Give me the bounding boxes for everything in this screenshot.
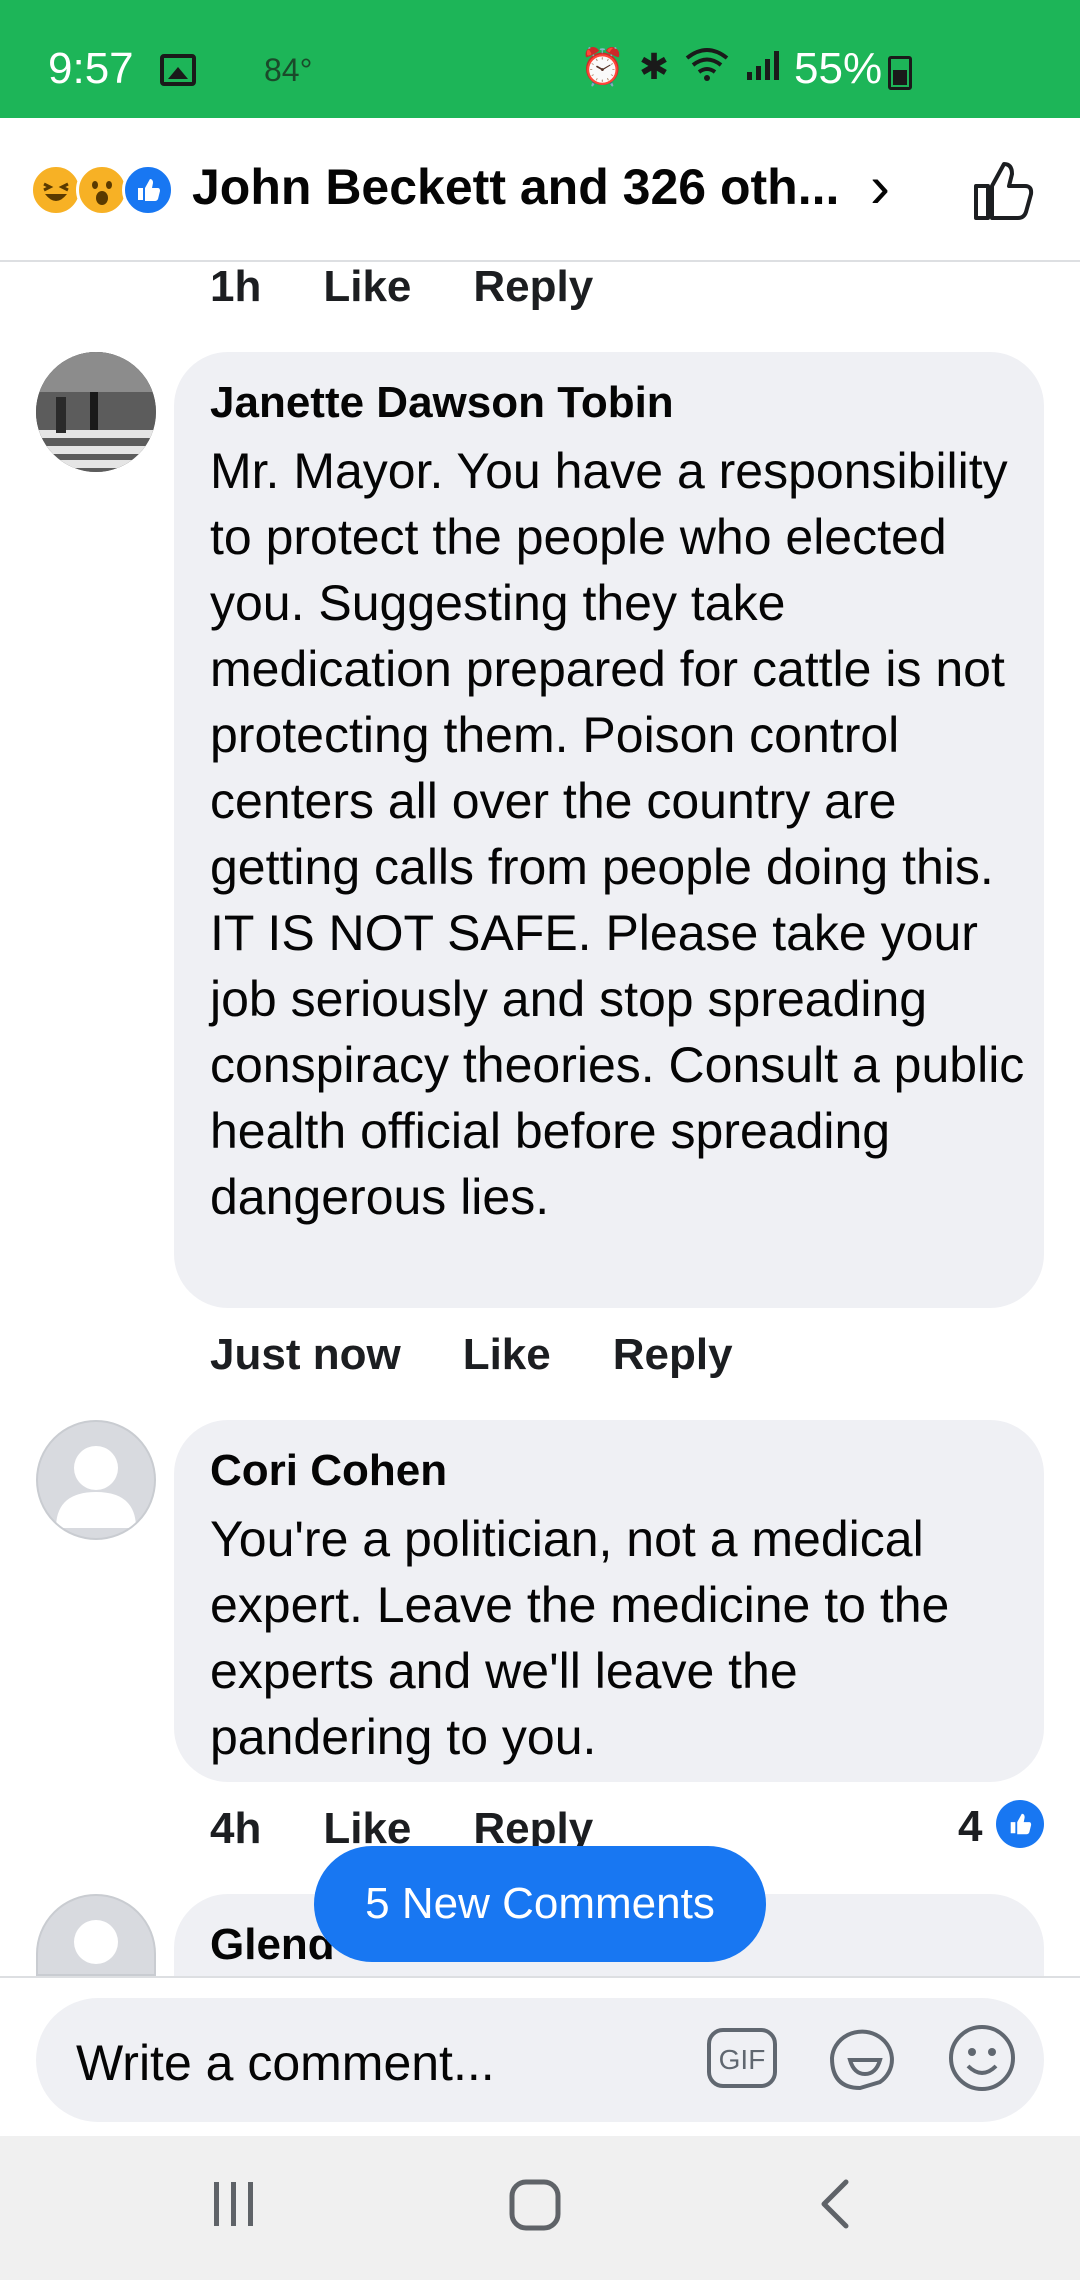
bluetooth-icon: ✱ [638, 46, 669, 87]
status-bar: 9:57 84° ⏰ ✱ 55% [0, 0, 1080, 118]
comment-bubble[interactable]: Cori Cohen You're a politician, not a me… [174, 1420, 1044, 1782]
comment-author[interactable]: Janette Dawson Tobin [210, 378, 674, 428]
like-reaction-icon[interactable] [996, 1800, 1044, 1848]
comment-author[interactable]: Cori Cohen [210, 1446, 447, 1496]
comment-input[interactable]: Write a comment... GIF [36, 1998, 1044, 2122]
status-temperature: 84° [264, 52, 313, 88]
status-time: 9:57 [48, 44, 134, 93]
status-icons: ⏰ ✱ [580, 46, 785, 91]
thumbs-up-icon[interactable] [968, 156, 1038, 226]
reaction-icons [30, 164, 174, 216]
comment-time: 4h [210, 1804, 262, 1853]
battery-percent: 55% [794, 44, 883, 93]
gif-icon[interactable]: GIF [706, 2022, 778, 2094]
comment-reply-button[interactable]: Reply [613, 1330, 733, 1380]
comment-like-count[interactable]: 4 [958, 1802, 982, 1852]
chevron-right-icon[interactable]: › [870, 152, 890, 221]
comment-bubble[interactable]: Janette Dawson Tobin Mr. Mayor. You have… [174, 352, 1044, 1308]
comment-meta: Just now Like Reply [210, 1330, 733, 1380]
system-navigation-bar [0, 2136, 1080, 2280]
comment-meta: 1h Like Reply [210, 262, 593, 312]
haha-reaction-icon [30, 164, 82, 216]
wow-reaction-icon [76, 164, 128, 216]
comment-text: You're a politician, not a medical exper… [210, 1511, 950, 1765]
reactions-summary[interactable]: John Beckett and 326 oth... [192, 158, 839, 216]
gif-label: GIF [719, 2044, 766, 2075]
comment-time: Just now [210, 1330, 401, 1379]
comment-time: 1h [210, 262, 262, 311]
comment-reply-button[interactable]: Reply [473, 262, 593, 312]
like-reaction-icon [122, 164, 174, 216]
home-icon[interactable] [508, 2176, 564, 2237]
avatar[interactable] [36, 352, 156, 472]
wifi-icon [683, 46, 731, 91]
battery-icon [888, 56, 912, 90]
gallery-icon [160, 54, 196, 86]
avatar[interactable] [36, 1420, 156, 1540]
reactions-header[interactable]: John Beckett and 326 oth... › [0, 118, 1080, 262]
alarm-icon: ⏰ [580, 46, 625, 87]
recent-apps-icon[interactable] [210, 2176, 258, 2237]
comment-composer-area: Write a comment... GIF [0, 1976, 1080, 2136]
comment-like-button[interactable]: Like [323, 262, 411, 312]
avatar[interactable] [36, 1894, 156, 1976]
comment-author[interactable]: Glend [210, 1920, 335, 1970]
emoji-icon[interactable] [946, 2022, 1018, 2094]
signal-icon [745, 46, 785, 91]
comment-like-button[interactable]: Like [463, 1330, 551, 1380]
new-comments-button[interactable]: 5 New Comments [314, 1846, 766, 1962]
comment-text: Mr. Mayor. You have a responsibility to … [210, 443, 1025, 1225]
comment-input-placeholder[interactable]: Write a comment... [76, 2034, 495, 2092]
sticker-icon[interactable] [826, 2022, 898, 2094]
back-icon[interactable] [816, 2176, 856, 2237]
